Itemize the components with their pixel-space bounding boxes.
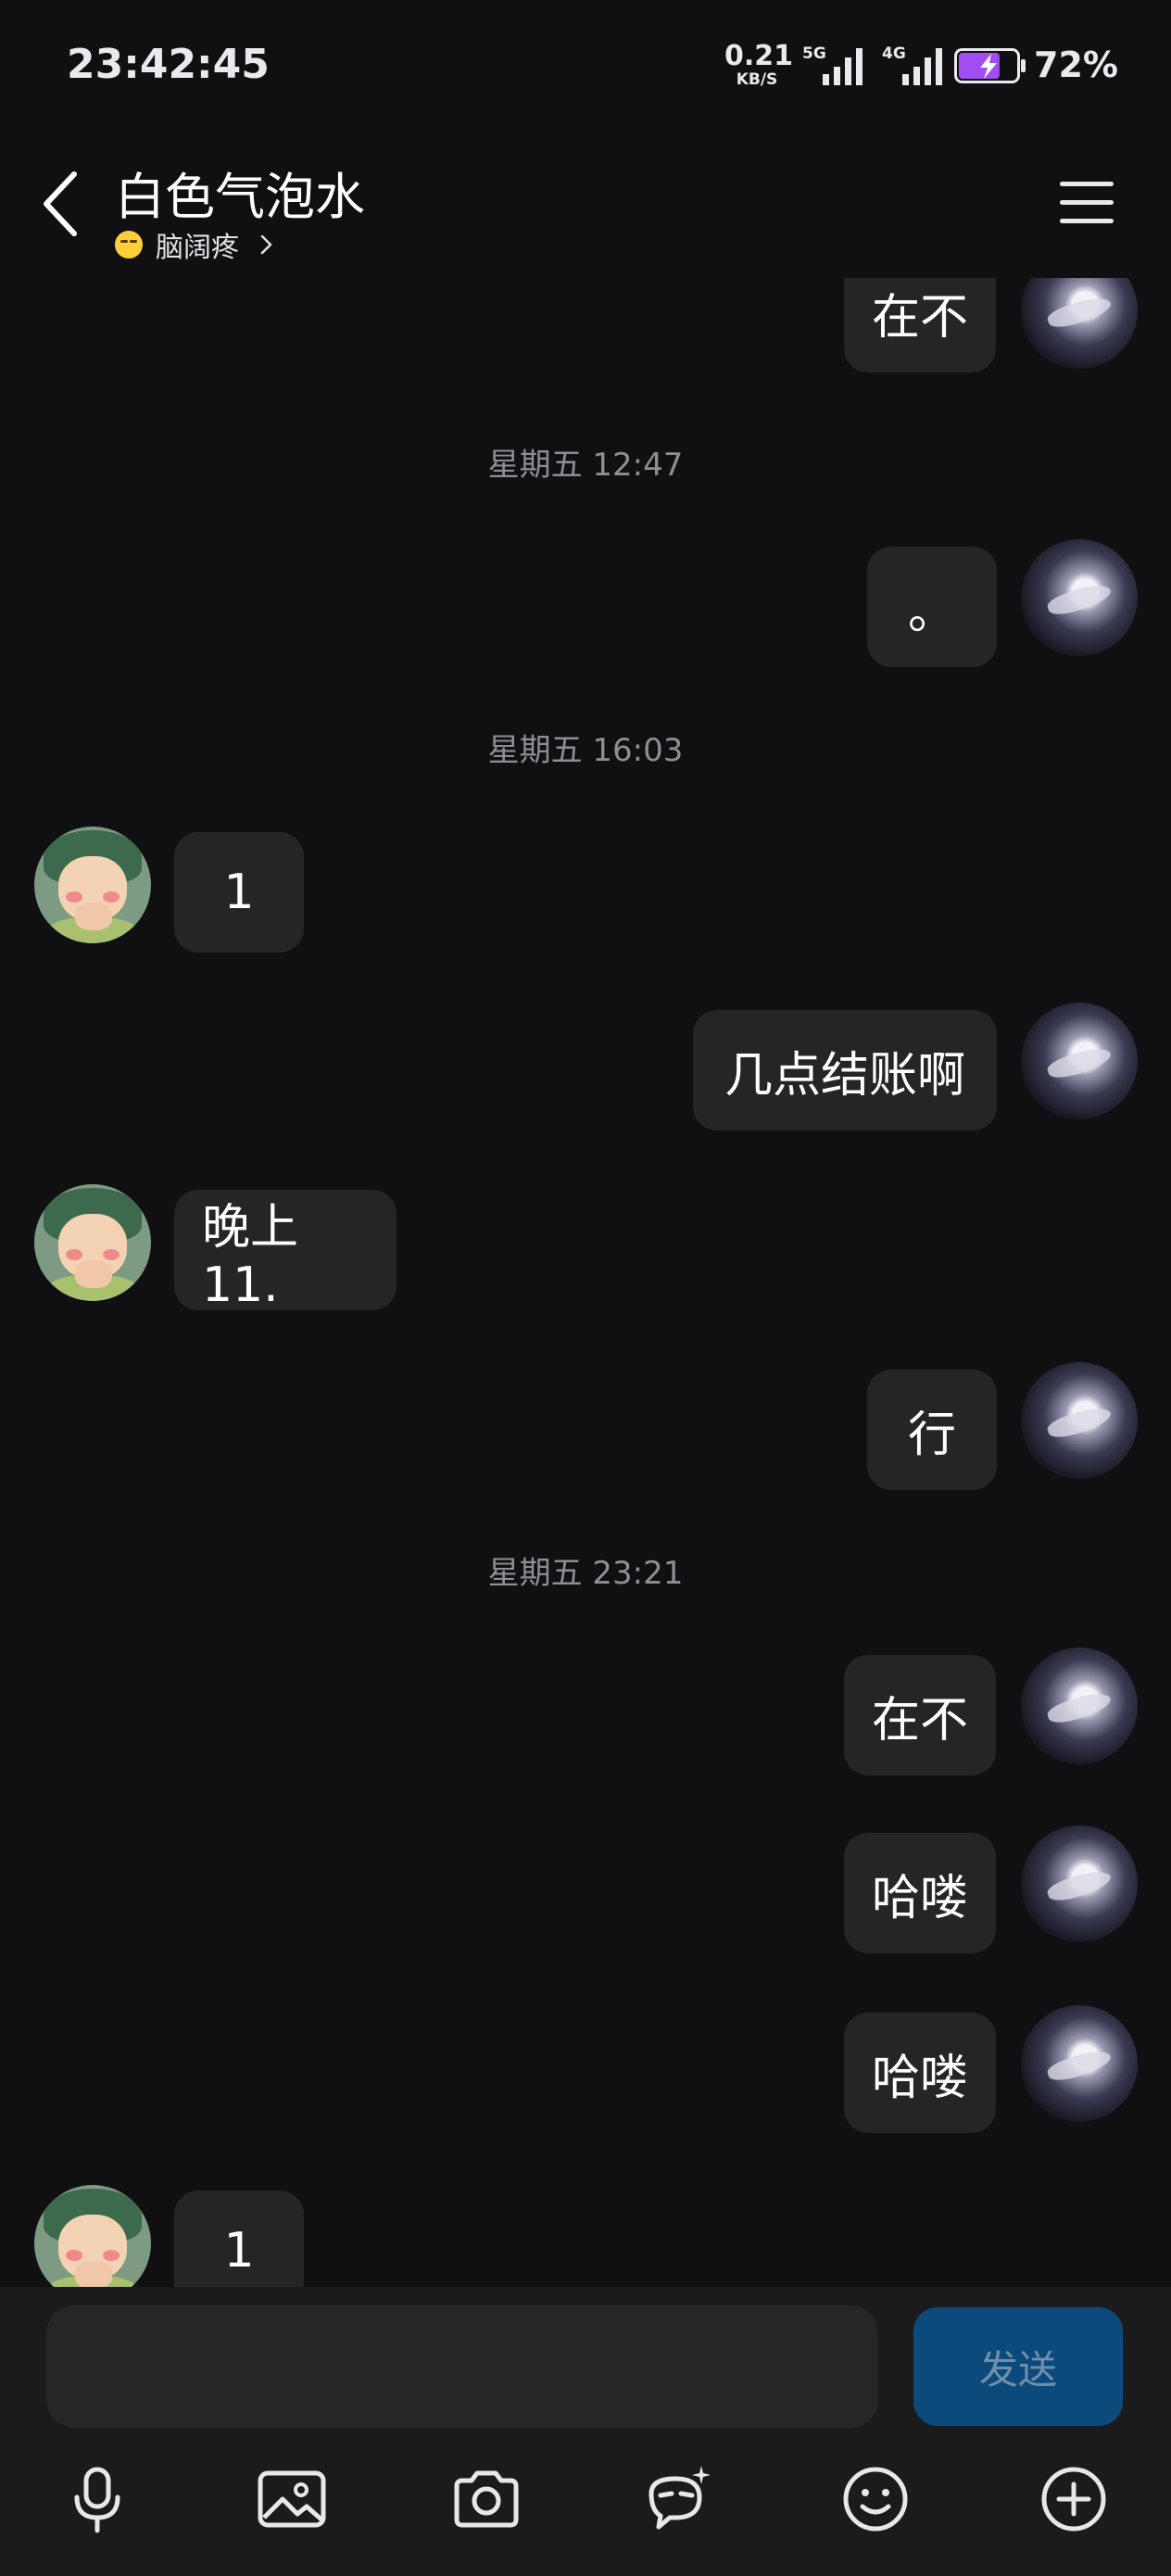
message-timestamp: 星期五 12:47 [487,447,684,484]
status-bar: 23:42:45 0.21 KB/S 5G 4G 72% [67,40,1118,89]
battery-percent: 72% [1034,44,1118,85]
contact-avatar[interactable] [34,827,151,943]
message-input[interactable] [46,2305,878,2428]
magic-bubble-icon[interactable] [637,2457,721,2541]
my-avatar[interactable] [1021,1648,1138,1764]
message-list[interactable]: 在不 星期五 12:47 。 星期五 16:03 1 几点结账啊 晚上11. 行… [0,278,1171,2287]
message-bubble-me[interactable]: 行 [867,1370,997,1490]
signal-bars-icon [823,48,863,85]
send-button[interactable]: 发送 [913,2307,1123,2426]
microphone-icon[interactable] [56,2457,139,2541]
message-bubble-me[interactable]: 哈喽 [844,1833,996,1953]
signal-bars-icon [902,48,942,85]
battery-charging-icon [954,48,1026,83]
contact-status[interactable]: 脑阔疼 [115,224,274,265]
message-bubble-them[interactable]: 1 [174,832,304,953]
message-bubble-me[interactable]: 。 [867,547,997,667]
message-bubble-them[interactable]: 1 [174,2191,304,2287]
my-avatar[interactable] [1021,1003,1138,1119]
image-icon[interactable] [250,2457,334,2541]
squinting-face-icon [115,231,143,259]
input-bar: 发送 [0,2287,1171,2576]
network-speed-value: 0.21 [724,40,794,72]
camera-icon[interactable] [445,2457,528,2541]
message-bubble-me[interactable]: 几点结账啊 [693,1010,997,1130]
network-speed-unit: KB/S [736,70,778,89]
message-bubble-me[interactable]: 在不 [844,278,996,373]
my-avatar[interactable] [1021,539,1138,656]
plus-circle-icon[interactable] [1032,2457,1115,2541]
message-timestamp: 星期五 23:21 [487,1555,684,1592]
contact-avatar[interactable] [34,1184,151,1301]
menu-icon[interactable] [1060,178,1117,226]
chat-header: 白色气泡水 脑阔疼 [0,139,1171,278]
message-bubble-me[interactable]: 哈喽 [844,2013,996,2133]
message-bubble-me[interactable]: 在不 [844,1655,996,1775]
contact-name[interactable]: 白色气泡水 [115,156,365,229]
back-arrow-icon[interactable] [37,167,85,241]
smiley-icon[interactable] [834,2457,917,2541]
message-timestamp: 星期五 16:03 [487,732,684,769]
my-avatar[interactable] [1021,1362,1138,1479]
my-avatar[interactable] [1021,278,1138,369]
contact-status-text: 脑阔疼 [156,232,239,264]
my-avatar[interactable] [1021,2005,1138,2122]
status-time: 23:42:45 [67,41,270,88]
my-avatar[interactable] [1021,1825,1138,1942]
message-bubble-them[interactable]: 晚上11. [174,1190,397,1313]
contact-avatar[interactable] [34,2185,151,2287]
chevron-right-icon [260,234,272,255]
network-speed: 0.21 KB/S [724,40,794,89]
